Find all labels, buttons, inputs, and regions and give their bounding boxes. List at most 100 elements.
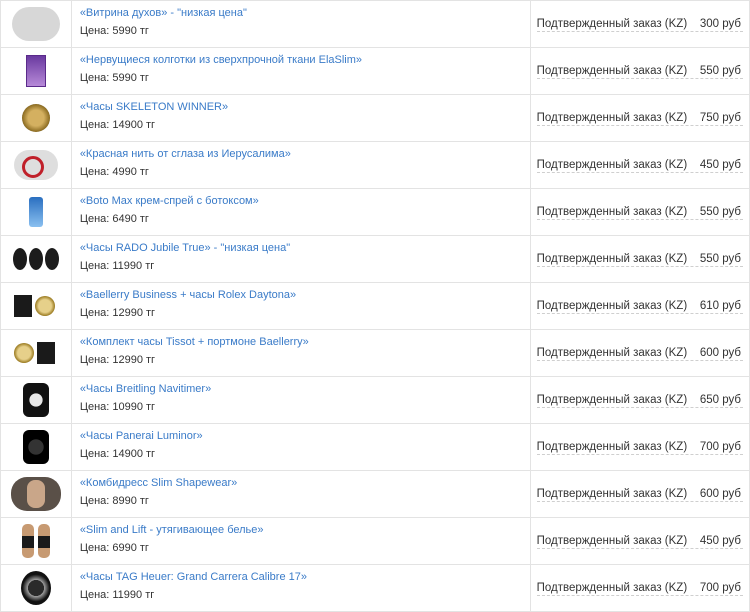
thumb-cell [0,236,72,282]
thumb-cell [0,424,72,470]
status-text: Подтвержденный заказ (KZ) [536,206,688,218]
divider [536,78,743,79]
three-watches-icon [12,248,59,270]
dark-watch-icon [22,430,49,464]
table-row: «Часы TAG Heuer: Grand Carrera Calibre 1… [0,565,750,612]
product-link[interactable]: «Часы Breitling Navitimer» [80,382,530,396]
status-text: Подтвержденный заказ (KZ) [536,535,688,547]
status-text: Подтвержденный заказ (KZ) [536,582,688,594]
shapewear-icon [10,477,61,511]
product-link[interactable]: «Часы SKELETON WINNER» [80,100,530,114]
thumb-cell [0,330,72,376]
thumb-cell [0,283,72,329]
table-row: «Baellerry Business + часы Rolex Daytona… [0,283,750,330]
table-row: «Boto Max крем-спрей с ботоксом» Цена: 6… [0,189,750,236]
product-link[interactable]: «Часы TAG Heuer: Grand Carrera Calibre 1… [80,570,530,584]
divider [536,501,743,502]
status-cell: Подтвержденный заказ (KZ) 750 руб [531,95,750,141]
product-link[interactable]: «Комплект часы Tissot + портмоне Baeller… [80,335,530,349]
table-row: «Витрина духов» - "низкая цена" Цена: 59… [0,1,750,48]
product-price: Цена: 6990 тг [79,542,149,554]
thumb-cell [0,518,72,564]
product-price: Цена: 5990 тг [79,72,149,84]
status-cell: Подтвержденный заказ (KZ) 550 руб [531,236,750,282]
table-row: «Комбидресс Slim Shapewear» Цена: 8990 т… [0,471,750,518]
watch-wallet-icon [13,341,58,365]
status-cell: Подтвержденный заказ (KZ) 700 руб [531,424,750,470]
name-cell: «Часы RADO Jubile True» - "низкая цена" … [72,236,531,282]
divider [536,219,743,220]
table-row: «Часы Panerai Luminor» Цена: 14900 тг По… [0,424,750,471]
reward-amount: 450 руб [699,159,741,171]
status-text: Подтвержденный заказ (KZ) [536,347,688,359]
status-cell: Подтвержденный заказ (KZ) 610 руб [531,283,750,329]
product-price: Цена: 14900 тг [79,448,156,460]
status-cell: Подтвержденный заказ (KZ) 550 руб [531,48,750,94]
name-cell: «Комбидресс Slim Shapewear» Цена: 8990 т… [72,471,531,517]
reward-amount: 600 руб [699,347,741,359]
red-thread-icon [13,150,58,180]
reward-amount: 750 руб [699,112,741,124]
product-price: Цена: 11990 тг [79,260,155,272]
product-price: Цена: 11990 тг [79,589,155,601]
divider [536,454,743,455]
product-price: Цена: 12990 тг [79,307,156,319]
perfume-icon [11,7,60,41]
product-link[interactable]: «Часы Panerai Luminor» [80,429,530,443]
name-cell: «Красная нить от сглаза из Иерусалима» Ц… [72,142,531,188]
name-cell: «Нервущиеся колготки из сверхпрочной тка… [72,48,531,94]
gold-watch-icon [21,104,50,132]
divider [536,31,743,32]
product-link[interactable]: «Slim and Lift - утягивающее белье» [80,523,530,537]
name-cell: «Часы Panerai Luminor» Цена: 14900 тг [72,424,531,470]
tag-watch-icon [20,571,51,605]
table-row: «Slim and Lift - утягивающее белье» Цена… [0,518,750,565]
table-row: «Красная нить от сглаза из Иерусалима» Ц… [0,142,750,189]
product-price: Цена: 14900 тг [79,119,156,131]
product-price: Цена: 4990 тг [79,166,149,178]
product-price: Цена: 10990 тг [79,401,156,413]
status-text: Подтвержденный заказ (KZ) [536,441,688,453]
product-link[interactable]: «Красная нить от сглаза из Иерусалима» [80,147,530,161]
reward-amount: 450 руб [699,535,741,547]
product-link[interactable]: «Витрина духов» - "низкая цена" [80,6,530,20]
divider [536,407,743,408]
product-link[interactable]: «Baellerry Business + часы Rolex Daytona… [80,288,530,302]
name-cell: «Витрина духов» - "низкая цена" Цена: 59… [72,1,531,47]
product-link[interactable]: «Комбидресс Slim Shapewear» [80,476,530,490]
divider [536,125,743,126]
product-price: Цена: 6490 тг [79,213,149,225]
table-row: «Часы Breitling Navitimer» Цена: 10990 т… [0,377,750,424]
women-icon [16,524,56,558]
product-link[interactable]: «Нервущиеся колготки из сверхпрочной тка… [80,53,530,67]
reward-amount: 550 руб [699,253,741,265]
reward-amount: 700 руб [699,441,741,453]
table-row: «Нервущиеся колготки из сверхпрочной тка… [0,48,750,95]
divider [536,313,743,314]
status-text: Подтвержденный заказ (KZ) [536,394,688,406]
table-row: «Часы RADO Jubile True» - "низкая цена" … [0,236,750,283]
thumb-cell [0,48,72,94]
black-watch-icon [22,383,49,417]
spray-icon [28,197,43,227]
product-price: Цена: 5990 тг [79,25,149,37]
status-text: Подтвержденный заказ (KZ) [536,488,688,500]
thumb-cell [0,471,72,517]
reward-amount: 600 руб [699,488,741,500]
status-cell: Подтвержденный заказ (KZ) 450 руб [531,142,750,188]
table-row: «Комплект часы Tissot + портмоне Baeller… [0,330,750,377]
product-link[interactable]: «Часы RADO Jubile True» - "низкая цена" [80,241,530,255]
name-cell: «Часы Breitling Navitimer» Цена: 10990 т… [72,377,531,423]
product-price: Цена: 12990 тг [79,354,156,366]
name-cell: «Комплект часы Tissot + портмоне Baeller… [72,330,531,376]
reward-amount: 300 руб [699,18,741,30]
thumb-cell [0,565,72,611]
name-cell: «Boto Max крем-спрей с ботоксом» Цена: 6… [72,189,531,235]
status-cell: Подтвержденный заказ (KZ) 600 руб [531,471,750,517]
product-link[interactable]: «Boto Max крем-спрей с ботоксом» [80,194,530,208]
tights-box-icon [25,55,46,87]
status-text: Подтвержденный заказ (KZ) [536,18,688,30]
offers-table: «Витрина духов» - "низкая цена" Цена: 59… [0,0,750,612]
divider [536,172,743,173]
product-price: Цена: 8990 тг [79,495,149,507]
